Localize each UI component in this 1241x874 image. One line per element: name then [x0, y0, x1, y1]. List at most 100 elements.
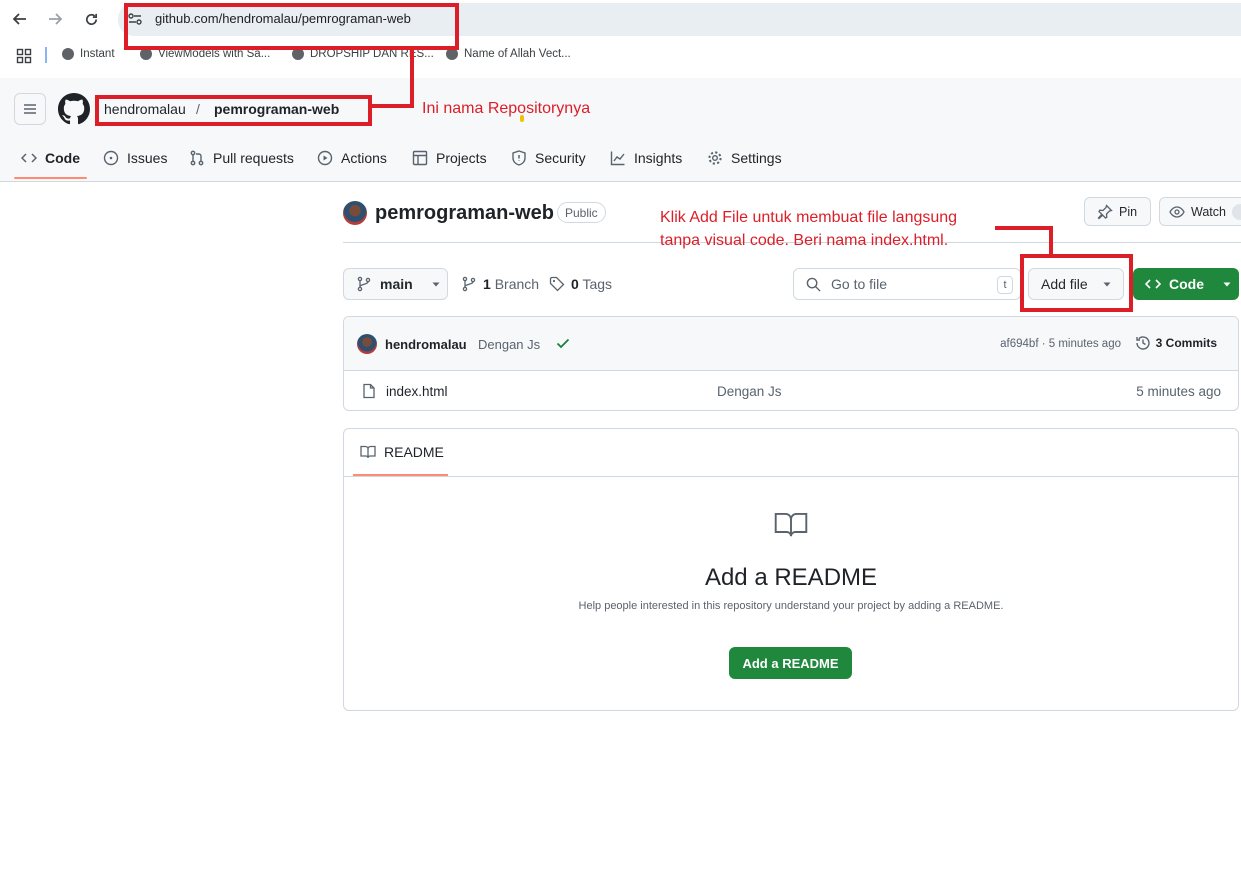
hamburger-icon	[24, 104, 36, 114]
watch-button[interactable]: Watch	[1159, 197, 1241, 226]
tab-insights[interactable]: Insights	[610, 146, 682, 170]
arrow-right-icon	[49, 13, 63, 25]
annotation-add-file-note-line2: tanpa visual code. Beri nama index.html.	[660, 232, 949, 249]
annotation-connector	[410, 48, 414, 108]
cursor-marker	[520, 115, 524, 122]
annotation-repo-note: Ini nama Repositorynya	[422, 100, 591, 117]
annotation-connector	[370, 104, 414, 108]
avatar[interactable]	[357, 334, 377, 354]
gear-icon	[708, 151, 722, 165]
back-button[interactable]	[9, 8, 31, 30]
visibility-badge: Public	[557, 202, 606, 223]
watch-count-badge	[1231, 203, 1241, 220]
branch-count: 1	[483, 276, 491, 292]
tag-count: 0	[571, 276, 579, 292]
caret-down-icon	[432, 282, 440, 287]
readme-heading: Add a README	[704, 564, 878, 591]
file-commit-message[interactable]: Dengan Js	[717, 384, 782, 399]
issue-icon	[103, 150, 119, 166]
add-readme-button[interactable]: Add a README	[729, 647, 852, 679]
book-icon	[360, 445, 376, 459]
readme-subtext: Help people interested in this repositor…	[578, 600, 1004, 612]
apps-icon[interactable]	[16, 48, 32, 64]
go-to-file-input[interactable]: Go to file t	[793, 268, 1021, 300]
tag-icon	[549, 276, 565, 292]
tab-security[interactable]: Security	[511, 146, 586, 170]
readme-tab-label: README	[384, 444, 444, 460]
bookmark-item[interactable]: Name of Allah Vect...	[446, 48, 571, 60]
tab-label: Actions	[341, 150, 387, 166]
tab-projects[interactable]: Projects	[412, 146, 487, 170]
branch-selector[interactable]: main	[343, 268, 448, 300]
tab-label: Issues	[127, 150, 168, 166]
shield-icon	[512, 150, 526, 166]
pull-request-icon	[190, 150, 204, 166]
play-icon	[317, 150, 333, 166]
search-icon	[806, 277, 821, 292]
check-icon[interactable]	[555, 335, 571, 356]
pin-label: Pin	[1119, 204, 1138, 219]
file-table: hendromalau Dengan Js af694bf · 5 minute…	[343, 316, 1239, 411]
tab-code[interactable]: Code	[21, 146, 80, 170]
graph-icon	[610, 151, 625, 166]
readme-tab[interactable]: README	[360, 444, 444, 460]
eye-icon	[1169, 205, 1185, 218]
annotation-add-file-note-line1: Klik Add File untuk membuat file langsun…	[660, 209, 958, 226]
search-placeholder: Go to file	[831, 276, 888, 292]
code-button[interactable]: Code	[1133, 268, 1239, 300]
forward-button[interactable]	[44, 8, 66, 30]
history-icon	[1135, 336, 1150, 350]
tab-actions[interactable]: Actions	[317, 146, 387, 170]
commit-message[interactable]: Dengan Js	[478, 337, 540, 352]
bookmark-label: Instant	[80, 48, 115, 60]
readme-panel: README Add a README Help people interest…	[343, 428, 1239, 711]
commits-history-link[interactable]: 3 Commits	[1135, 335, 1217, 351]
tab-pull-requests[interactable]: Pull requests	[189, 146, 294, 170]
tab-label: Insights	[634, 150, 683, 166]
latest-commit-row: hendromalau Dengan Js af694bf · 5 minute…	[344, 317, 1238, 371]
globe-icon	[62, 48, 74, 60]
divider	[344, 476, 1238, 477]
branch-icon	[462, 276, 476, 292]
arrow-left-icon	[12, 13, 26, 25]
tab-settings[interactable]: Settings	[707, 146, 782, 170]
tag-count-label: Tags	[582, 276, 613, 292]
pin-icon	[1097, 203, 1113, 219]
bookmark-divider	[45, 47, 47, 63]
annotation-box-url	[124, 3, 459, 50]
repo-title[interactable]: pemrograman-web	[375, 202, 554, 225]
tags-link[interactable]: 0 Tags	[549, 276, 612, 292]
branch-name: main	[380, 276, 413, 292]
tab-label: Security	[535, 150, 586, 166]
reload-button[interactable]	[80, 8, 102, 30]
tab-label: Code	[45, 150, 80, 166]
pin-button[interactable]: Pin	[1084, 197, 1151, 226]
annotation-connector	[995, 226, 1053, 230]
table-row[interactable]: index.html Dengan Js 5 minutes ago	[344, 371, 1238, 410]
code-button-label: Code	[1169, 276, 1204, 292]
tab-label: Pull requests	[213, 150, 294, 166]
file-icon	[363, 383, 375, 399]
active-tab-indicator	[14, 177, 87, 179]
code-icon	[1145, 279, 1161, 289]
annotation-box-repo	[95, 95, 372, 126]
annotation-box-add-file	[1020, 254, 1133, 312]
menu-button[interactable]	[14, 93, 46, 125]
branch-icon	[357, 276, 371, 292]
github-logo-icon[interactable]	[58, 93, 90, 125]
bookmark-label: Name of Allah Vect...	[464, 48, 571, 60]
branch-count-label: Branch	[494, 276, 540, 292]
code-icon	[21, 153, 37, 163]
keyboard-shortcut-hint: t	[997, 276, 1013, 294]
file-commit-time: 5 minutes ago	[1136, 384, 1221, 399]
avatar[interactable]	[343, 201, 367, 225]
tab-issues[interactable]: Issues	[103, 146, 167, 170]
commits-label: 3 Commits	[1155, 336, 1217, 350]
commit-author[interactable]: hendromalau	[385, 337, 467, 352]
commit-hash-time[interactable]: af694bf · 5 minutes ago	[1000, 338, 1121, 350]
bookmark-item[interactable]: Instant	[62, 48, 115, 60]
branches-link[interactable]: 1 Branch	[461, 276, 539, 292]
tab-label: Projects	[436, 150, 487, 166]
file-name[interactable]: index.html	[386, 384, 448, 399]
tab-label: Settings	[731, 150, 782, 166]
